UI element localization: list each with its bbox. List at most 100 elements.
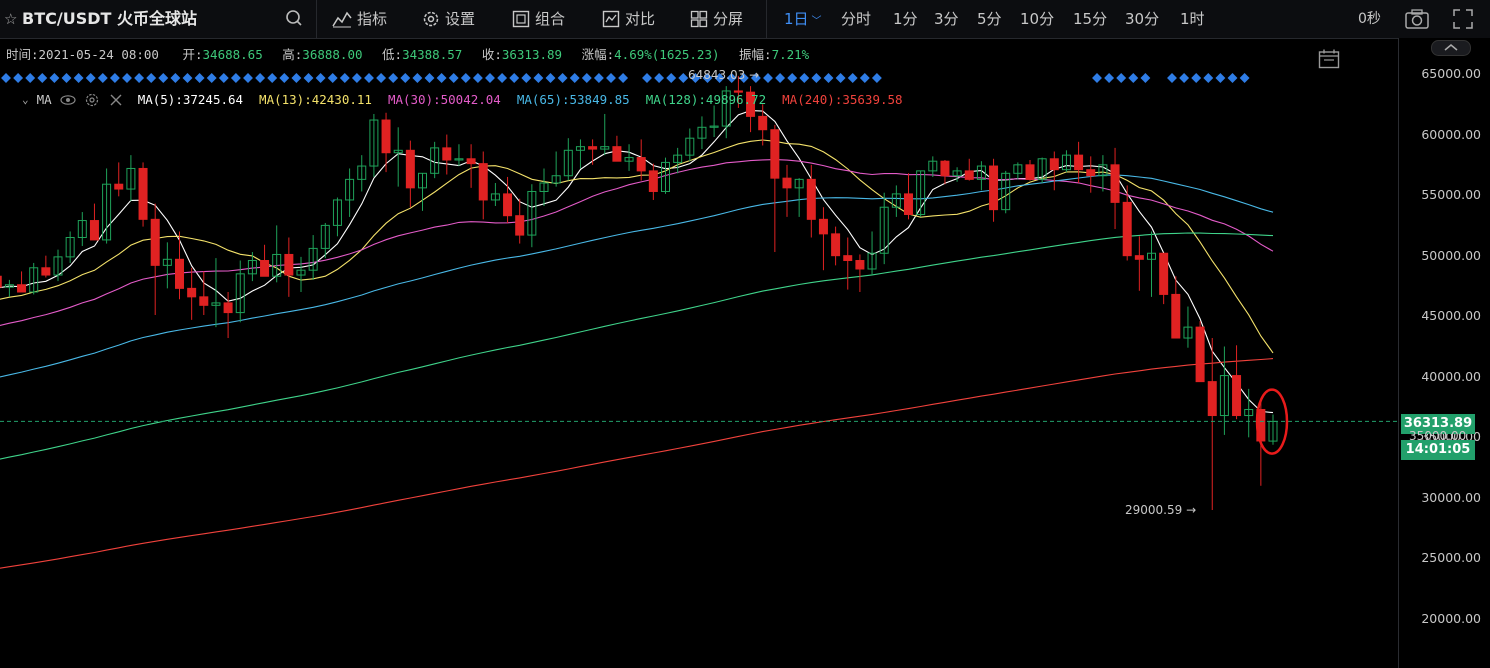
chevron-up-icon[interactable]: [1431, 40, 1471, 60]
signal-diamond: [1116, 73, 1127, 83]
y-tick-label: 60000.00: [1421, 126, 1481, 142]
candle-down: [381, 119, 391, 154]
signal-diamond: [763, 73, 773, 83]
candle-down: [138, 167, 148, 220]
signal-diamond: [606, 73, 616, 83]
fullscreen-icon[interactable]: [1452, 8, 1474, 34]
signal-diamond: [678, 73, 689, 83]
signal-diamond: [497, 73, 508, 83]
candlestick-chart[interactable]: 64843.03 → 29000.59 →: [0, 38, 1398, 668]
candle-down: [806, 178, 816, 220]
symbol-title[interactable]: BTC/USDT 火币全球站: [22, 0, 197, 38]
signal-diamond: [25, 73, 36, 83]
change-label: 涨幅:: [581, 47, 615, 62]
combo-label: 组合: [535, 10, 566, 28]
signal-diamond: [73, 73, 84, 83]
interval-5m[interactable]: 5分: [977, 0, 1002, 38]
ma-title: MA: [36, 92, 52, 107]
candle-down: [515, 215, 525, 236]
eye-icon[interactable]: [60, 93, 76, 107]
signal-diamond: [13, 73, 24, 83]
calendar-icon[interactable]: [1318, 49, 1340, 73]
candle-down: [260, 260, 270, 277]
settings-button[interactable]: 设置: [422, 0, 475, 38]
signal-diamond: [1128, 73, 1139, 83]
signal-diamond: [545, 73, 556, 83]
gear-icon[interactable]: [84, 93, 100, 107]
signal-diamond: [243, 73, 253, 83]
signal-diamond: [787, 73, 798, 83]
ma5-value: MA(5):37245.64: [137, 92, 244, 107]
signal-diamond: [775, 73, 786, 83]
signal-diamond: [303, 73, 314, 83]
divider: [316, 0, 317, 38]
interval-1h[interactable]: 1时: [1180, 0, 1205, 38]
candle-down: [770, 129, 780, 179]
candle-down: [1134, 255, 1144, 260]
signal-diamond: [460, 73, 471, 83]
collapse-chevron-icon[interactable]: ⌄: [22, 93, 29, 106]
interval-timeshare[interactable]: 分时: [841, 0, 871, 38]
candle-down: [1207, 381, 1217, 417]
settings-label: 设置: [445, 10, 476, 28]
low-label: 低:: [382, 47, 403, 62]
signal-diamond: [1215, 73, 1226, 83]
ma30-line: [0, 159, 1274, 326]
candle-down: [41, 267, 51, 276]
signal-diamond: [811, 73, 822, 83]
y-tick-label: 55000.00: [1421, 187, 1481, 203]
y-tick-label: 25000.00: [1421, 550, 1481, 566]
signal-diamond: [255, 73, 266, 83]
candle-down: [175, 258, 184, 289]
signal-diamond: [206, 73, 217, 83]
interval-30m[interactable]: 30分: [1125, 0, 1159, 38]
indicator-button[interactable]: 指标: [332, 0, 387, 38]
ma-legend: ⌄ MA MA(5):37245.64 MA(13):42430.11 MA(3…: [22, 92, 903, 107]
countdown-label: 0秒: [1358, 11, 1381, 27]
high-value: 36888.00: [302, 47, 363, 62]
indicator-icon: [332, 11, 352, 28]
ma13-value: MA(13):42430.11: [259, 92, 372, 107]
y-tick-label: 45000.00: [1421, 308, 1481, 324]
interval-1d[interactable]: 1日 ﹀: [784, 0, 822, 38]
candle-down: [782, 177, 792, 189]
star-icon[interactable]: ☆: [4, 0, 17, 38]
compare-button[interactable]: 对比: [602, 0, 655, 38]
candle-down: [466, 158, 476, 165]
high-label: 高:: [282, 47, 303, 62]
price-axis[interactable]: 20000.00 25000.00 30000.00 35000.00 40000.00…: [1398, 38, 1490, 668]
interval-1m[interactable]: 1分: [893, 0, 918, 38]
compare-label: 对比: [625, 10, 656, 28]
candle-down: [612, 146, 622, 162]
countdown-tag: 14:01:05: [1401, 440, 1475, 460]
signal-diamond: [448, 73, 459, 83]
interval-10m[interactable]: 10分: [1020, 0, 1054, 38]
chevron-down-icon: ﹀: [811, 16, 822, 27]
signal-diamond: [400, 73, 411, 83]
candle-down: [223, 302, 233, 314]
close-icon[interactable]: [108, 93, 124, 107]
candle-down: [588, 146, 598, 150]
amplitude-label: 振幅:: [739, 47, 772, 62]
candle-down: [1074, 154, 1084, 171]
signal-diamond: [158, 73, 169, 83]
signal-diamond: [109, 73, 120, 83]
signal-diamond: [485, 73, 495, 83]
interval-15m[interactable]: 15分: [1073, 0, 1107, 38]
camera-icon[interactable]: [1404, 8, 1430, 34]
signal-diamond: [1, 73, 11, 83]
combo-button[interactable]: 组合: [512, 0, 565, 38]
split-screen-button[interactable]: 分屏: [690, 0, 743, 38]
candle-down: [478, 163, 488, 201]
candle-down: [831, 233, 841, 257]
search-icon[interactable]: [284, 6, 306, 30]
signal-diamond: [1140, 73, 1151, 83]
signal-diamond: [569, 73, 580, 83]
signal-diamond: [1239, 73, 1250, 83]
interval-3m[interactable]: 3分: [934, 0, 959, 38]
candle-down: [405, 149, 415, 189]
ma240-value: MA(240):35639.58: [782, 92, 903, 107]
candle-down: [442, 147, 452, 161]
signal-diamond: [194, 73, 205, 83]
ma128-value: MA(128):49896.72: [645, 92, 767, 107]
